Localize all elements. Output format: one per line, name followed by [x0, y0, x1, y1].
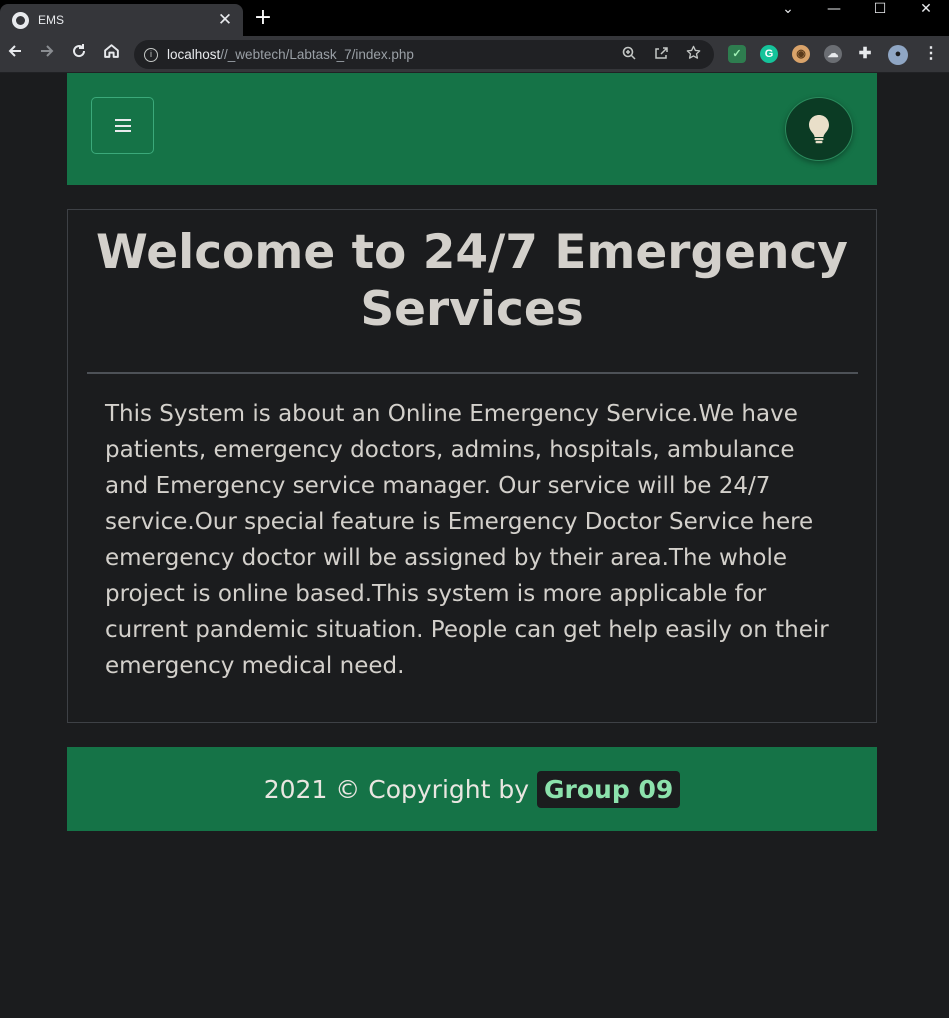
url-host: localhost [167, 47, 221, 62]
maximize-icon[interactable]: ☐ [857, 0, 903, 24]
hamburger-icon [114, 119, 131, 132]
new-tab-button[interactable]: + [251, 6, 275, 30]
minimize-icon[interactable]: — [811, 0, 857, 24]
headline-prefix: Welcome to [96, 225, 423, 280]
tab-search-icon[interactable]: ⌄ [765, 0, 811, 24]
footer: 2021 © Copyright by Group 09 [67, 747, 877, 831]
close-tab-icon[interactable]: ✕ [213, 8, 237, 32]
divider [87, 372, 858, 374]
site-info-icon[interactable]: i [144, 47, 158, 62]
share-icon[interactable] [650, 44, 672, 66]
navbar [67, 73, 877, 185]
copyright-text: 2021 © Copyright by [263, 774, 530, 804]
description-text: This System is about an Online Emergency… [105, 401, 829, 679]
url-text[interactable]: localhost//_webtech/Labtask_7/index.php [167, 47, 618, 62]
browser-toolbar: i localhost//_webtech/Labtask_7/index.ph… [0, 36, 949, 73]
browser-tab-strip: EMS ✕ + ⌄ — ☐ ✕ [0, 0, 949, 36]
url-path: //_webtech/Labtask_7/index.php [220, 47, 414, 62]
page-title: Welcome to 24/7 Emergency Services [68, 224, 876, 338]
bookmark-star-icon[interactable] [682, 44, 704, 66]
theme-toggle-button[interactable] [785, 97, 853, 161]
grammarly-extension-icon[interactable]: G [760, 45, 778, 63]
headline-emphasis: 24/7 Emergency Services [360, 225, 848, 337]
browser-menu-icon[interactable]: ⋮ [922, 45, 940, 63]
tab-title: EMS [38, 13, 65, 27]
close-window-icon[interactable]: ✕ [903, 0, 949, 24]
window-controls: ⌄ — ☐ ✕ [765, 0, 949, 24]
cloud-extension-icon[interactable]: ☁ [824, 45, 842, 63]
shield-extension-icon[interactable]: ✓ [728, 45, 746, 63]
welcome-card: Welcome to 24/7 Emergency Services This … [67, 209, 877, 723]
browser-tab[interactable]: EMS ✕ [0, 4, 243, 36]
page-viewport: Welcome to 24/7 Emergency Services This … [0, 73, 949, 1018]
reload-icon[interactable] [66, 41, 92, 67]
home-icon[interactable] [98, 41, 124, 67]
menu-toggle-button[interactable] [91, 97, 154, 154]
address-bar[interactable]: i localhost//_webtech/Labtask_7/index.ph… [134, 40, 714, 69]
forward-icon[interactable] [34, 41, 60, 67]
lightbulb-icon [809, 115, 829, 144]
profile-avatar[interactable]: ● [888, 45, 908, 65]
zoom-icon[interactable] [618, 44, 640, 66]
group-link[interactable]: Group 09 [537, 770, 681, 808]
extensions-puzzle-icon[interactable]: ✚ [856, 45, 874, 63]
back-icon[interactable] [2, 41, 28, 67]
avatar-extension-icon[interactable]: ◉ [792, 45, 810, 63]
lifebuoy-icon [12, 11, 29, 29]
